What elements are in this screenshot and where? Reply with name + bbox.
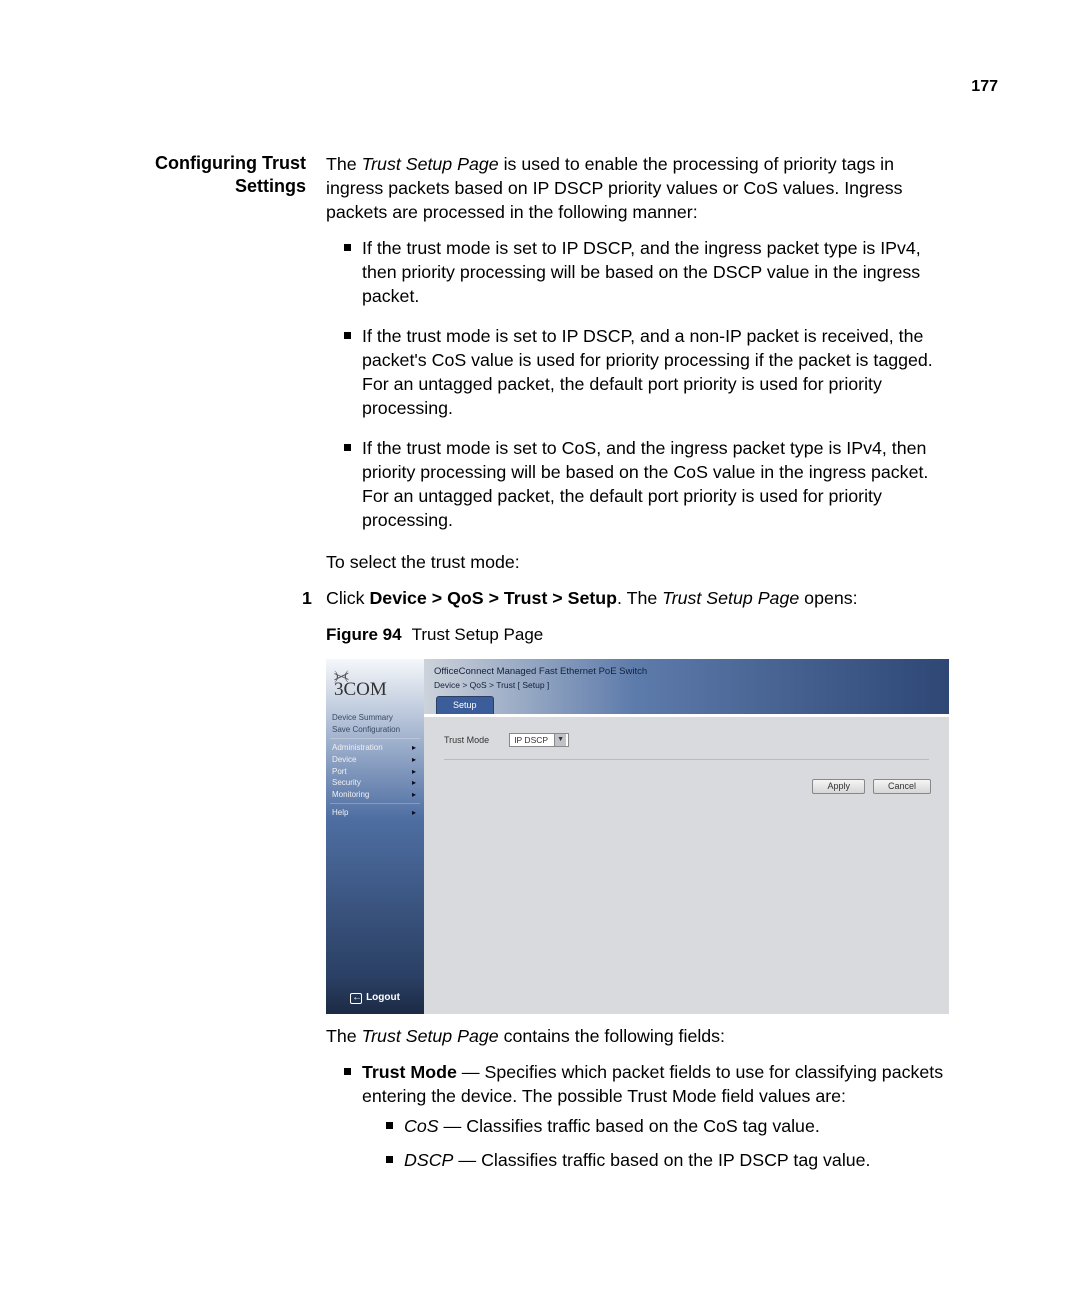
trust-mode-select[interactable]: IP DSCP ▼ xyxy=(509,733,569,747)
sidebar-nav: Device Summary Save Configuration Admini… xyxy=(326,707,424,824)
nav-save-configuration[interactable]: Save Configuration xyxy=(330,724,420,736)
step-mid: . The xyxy=(617,588,662,608)
after-fig-prefix: The xyxy=(326,1026,362,1046)
setup-panel: Trust Mode IP DSCP ▼ Apply Cancel xyxy=(424,717,949,1014)
chevron-right-icon: ▸ xyxy=(412,743,416,753)
value-name: DSCP xyxy=(404,1150,453,1170)
step-italic: Trust Setup Page xyxy=(662,588,799,608)
select-value: IP DSCP xyxy=(512,735,554,745)
logout-button[interactable]: Logout xyxy=(326,992,424,1004)
logo-3com: ⦔⦓ 3COM xyxy=(326,659,424,707)
logout-label: Logout xyxy=(366,992,400,1004)
app-title: OfficeConnect Managed Fast Ethernet PoE … xyxy=(434,666,939,677)
trust-mode-row: Trust Mode IP DSCP ▼ xyxy=(444,727,929,753)
chevron-right-icon: ▸ xyxy=(412,755,416,765)
after-fig-suffix: contains the following fields: xyxy=(499,1026,725,1046)
after-fig-italic: Trust Setup Page xyxy=(362,1026,499,1046)
step-bold: Device > QoS > Trust > Setup xyxy=(369,588,617,608)
fields-list: Trust Mode — Specifies which packet fiel… xyxy=(344,1060,949,1172)
page-content: Configuring Trust Settings The Trust Set… xyxy=(136,152,948,1190)
figure-caption: Figure 94 Trust Setup Page xyxy=(326,624,949,647)
value-desc: — Classifies traffic based on the CoS ta… xyxy=(439,1116,820,1136)
bullet-item: If the trust mode is set to IP DSCP, and… xyxy=(344,236,949,308)
apply-button[interactable]: Apply xyxy=(812,779,865,794)
value-name: CoS xyxy=(404,1116,439,1136)
tab-bar: Setup xyxy=(424,697,949,717)
button-row: Apply Cancel xyxy=(812,779,931,794)
step-number: 1 xyxy=(302,586,312,610)
intro-before: The xyxy=(326,154,362,174)
trust-mode-bullets: If the trust mode is set to IP DSCP, and… xyxy=(344,236,949,532)
step-1: 1 Click Device > QoS > Trust > Setup. Th… xyxy=(302,586,949,610)
step-prefix: Click xyxy=(326,588,369,608)
nav-security[interactable]: Security▸ xyxy=(330,777,420,789)
intro-paragraph: The Trust Setup Page is used to enable t… xyxy=(326,152,949,224)
chevron-right-icon: ▸ xyxy=(412,778,416,788)
value-dscp: DSCP — Classifies traffic based on the I… xyxy=(386,1148,949,1172)
value-desc: — Classifies traffic based on the IP DSC… xyxy=(453,1150,870,1170)
trust-setup-screenshot: ⦔⦓ 3COM Device Summary Save Configuratio… xyxy=(326,659,949,1014)
nav-help[interactable]: Help▸ xyxy=(330,807,420,819)
breadcrumb: Device > QoS > Trust [ Setup ] xyxy=(434,680,939,690)
bullet-item: If the trust mode is set to CoS, and the… xyxy=(344,436,949,532)
steps-list: 1 Click Device > QoS > Trust > Setup. Th… xyxy=(302,586,949,610)
field-trust-mode: Trust Mode — Specifies which packet fiel… xyxy=(344,1060,949,1172)
nav-administration[interactable]: Administration▸ xyxy=(330,742,420,754)
screenshot-sidebar: ⦔⦓ 3COM Device Summary Save Configuratio… xyxy=(326,659,424,1014)
chevron-right-icon: ▸ xyxy=(412,808,416,818)
step-suffix: opens: xyxy=(799,588,857,608)
nav-device-summary[interactable]: Device Summary xyxy=(330,712,420,724)
logout-icon xyxy=(350,993,362,1004)
chevron-right-icon: ▸ xyxy=(412,790,416,800)
screenshot-main: OfficeConnect Managed Fast Ethernet PoE … xyxy=(424,659,949,1014)
chevron-right-icon: ▸ xyxy=(412,767,416,777)
nav-monitoring[interactable]: Monitoring▸ xyxy=(330,789,420,801)
nav-device[interactable]: Device▸ xyxy=(330,754,420,766)
cancel-button[interactable]: Cancel xyxy=(873,779,931,794)
trust-mode-label: Trust Mode xyxy=(444,735,489,746)
trust-mode-values: CoS — Classifies traffic based on the Co… xyxy=(386,1114,949,1172)
to-select-text: To select the trust mode: xyxy=(326,550,949,574)
screenshot-header: OfficeConnect Managed Fast Ethernet PoE … xyxy=(424,659,949,697)
chevron-down-icon: ▼ xyxy=(554,734,566,746)
section-heading: Configuring Trust Settings xyxy=(136,152,306,199)
after-figure-text: The Trust Setup Page contains the follow… xyxy=(326,1024,949,1048)
page-number: 177 xyxy=(971,76,998,98)
field-name: Trust Mode xyxy=(362,1062,457,1082)
bullet-item: If the trust mode is set to IP DSCP, and… xyxy=(344,324,949,420)
divider xyxy=(444,759,929,760)
intro-italic: Trust Setup Page xyxy=(362,154,499,174)
body-column: The Trust Setup Page is used to enable t… xyxy=(326,152,949,1190)
figure-title: Trust Setup Page xyxy=(412,625,544,644)
nav-port[interactable]: Port▸ xyxy=(330,766,420,778)
logo-text: 3COM xyxy=(334,681,387,698)
tab-setup[interactable]: Setup xyxy=(436,696,494,714)
figure-label: Figure 94 xyxy=(326,625,402,644)
value-cos: CoS — Classifies traffic based on the Co… xyxy=(386,1114,949,1138)
